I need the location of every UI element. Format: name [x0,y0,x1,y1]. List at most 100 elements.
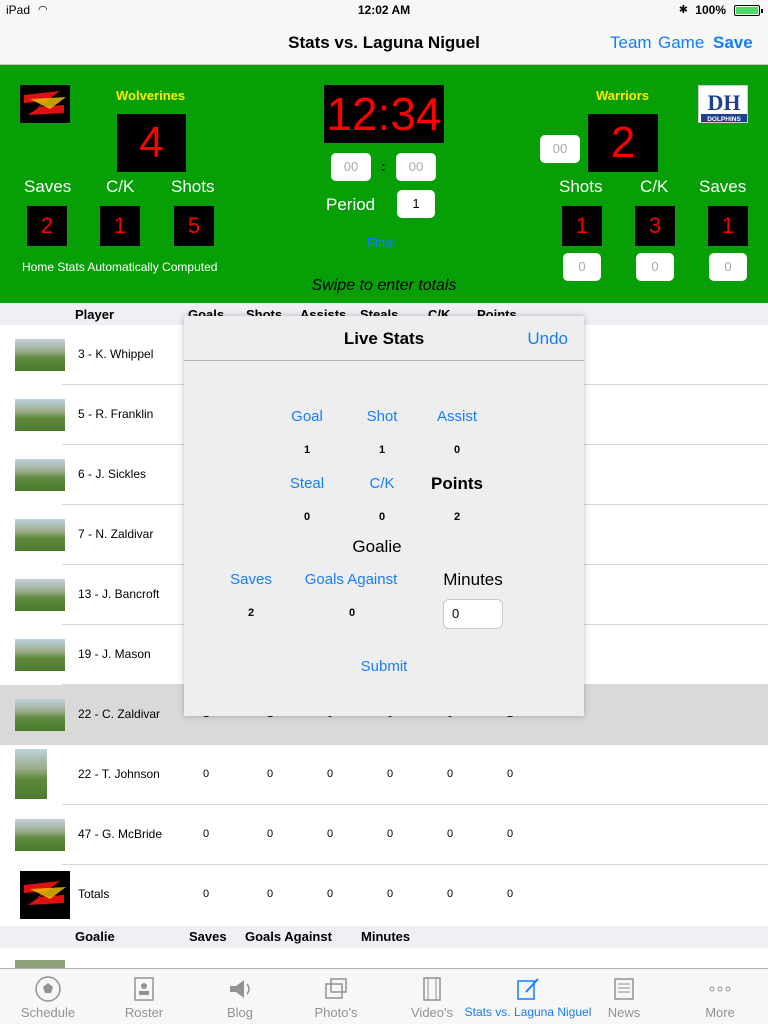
away-saves-label: Saves [699,177,747,196]
away-score[interactable]: 2 [588,114,658,172]
period-label: Period [326,195,376,214]
tab-more[interactable]: More [672,969,768,1024]
shots-cell: 0 [266,828,274,840]
player-name: 13 - J. Bancroft [78,587,160,601]
ck-cell: 0 [446,768,454,780]
goals-against-button[interactable]: Goals Against [301,571,401,588]
away-logo-sub: DOLPHINS [707,116,741,123]
player-name: 5 - R. Franklin [78,407,154,421]
col-goals-against: Goals Against [245,929,332,944]
photos-icon [325,978,347,999]
shots-cell: 0 [266,768,274,780]
away-ck-label: C/K [640,177,669,196]
player-photo [15,699,65,731]
player-photo [15,819,65,851]
col-minutes: Minutes [361,929,411,944]
undo-button[interactable]: Undo [527,329,568,349]
away-shots-label: Shots [559,177,603,196]
home-shots-value: 5 [174,206,214,246]
player-row[interactable]: 22 - T. Johnson 0 0 0 0 0 0 [0,745,768,805]
film-icon [423,977,441,1001]
player-name: 7 - N. Zaldivar [78,527,154,541]
save-button[interactable]: Save [713,33,753,53]
game-clock[interactable]: 12:34 [324,85,444,143]
away-team-name: Warriors [596,88,649,103]
saves-button[interactable]: Saves [201,571,301,588]
clock-colon: : [381,158,386,174]
steals-cell: 0 [386,888,394,900]
player-name: 6 - J. Sickles [78,467,147,481]
submit-button[interactable]: Submit [184,658,584,675]
goalie-row[interactable] [0,948,768,970]
navigation-bar: Stats vs. Laguna Niguel Team Game Save [0,20,768,65]
period-field[interactable]: 1 [397,190,435,218]
home-stats-note: Home Stats Automatically Computed [22,260,218,274]
totals-row: Totals 0 0 0 0 0 0 [0,865,768,925]
points-count: 2 [453,511,461,523]
final-button[interactable]: Final [367,235,395,250]
steals-cell: 0 [386,768,394,780]
ck-cell: 0 [446,888,454,900]
assist-count: 0 [453,444,461,456]
player-row[interactable]: 47 - G. McBride 0 0 0 0 0 0 [0,805,768,865]
shots-cell: 0 [266,888,274,900]
away-extra-field[interactable]: 00 [540,135,580,163]
edit-icon [517,978,539,1000]
scoreboard: Wolverines 4 Saves C/K Shots 2 1 5 Home … [0,65,768,303]
assist-button[interactable]: Assist [407,408,507,425]
goals-cell: 0 [202,888,210,900]
minutes-label: Minutes [443,570,503,589]
clock-minutes-field[interactable]: 00 [331,153,371,181]
points-label: Points [431,474,483,493]
home-team-name: Wolverines [116,88,186,103]
player-photo [15,399,65,431]
game-button[interactable]: Game [658,33,704,53]
away-team-logo: DH DOLPHINS [698,85,748,123]
megaphone-icon [230,980,250,998]
tab-label: More [705,1005,735,1020]
swipe-hint[interactable]: Swipe to enter totals [0,277,768,295]
points-cell: 0 [506,828,514,840]
home-saves-value: 2 [27,206,67,246]
home-ck-label: C/K [106,177,135,196]
ck-cell: 0 [446,828,454,840]
col-goalie: Goalie [75,929,115,944]
team-logo-thumb [20,871,70,919]
assists-cell: 0 [326,888,334,900]
away-ck-value: 3 [635,206,675,246]
live-stats-popover: Live Stats Undo Goal Shot Assist 1 1 0 S… [184,316,584,716]
more-icon [709,986,731,992]
points-cell: 0 [506,888,514,900]
tab-bar: Schedule Roster Blog Photo's Video's Sta… [0,968,768,1024]
home-ck-value: 1 [100,206,140,246]
team-button[interactable]: Team [610,33,652,53]
goals-cell: 0 [202,768,210,780]
player-name: 3 - K. Whippel [78,347,154,361]
home-saves-label: Saves [24,177,72,196]
player-photo [15,459,65,491]
roster-icon [134,977,154,1001]
goals-cell: 0 [202,828,210,840]
battery-fill [736,7,758,14]
popover-title: Live Stats [343,329,425,348]
home-score[interactable]: 4 [117,114,186,172]
battery-percent: 100% [695,3,726,17]
col-saves: Saves [189,929,227,944]
status-bar: iPad ◠ 12:02 AM ✱ 100% [0,0,768,20]
minutes-input[interactable]: 0 [443,599,503,629]
player-name: 22 - C. Zaldivar [78,707,161,721]
assists-cell: 0 [326,768,334,780]
player-photo [15,519,65,551]
player-photo [15,749,47,799]
away-logo-mark: DH [708,90,741,115]
points-cell: 0 [506,768,514,780]
player-photo [15,339,65,371]
away-shots-value: 1 [562,206,602,246]
clock-seconds-field[interactable]: 00 [396,153,436,181]
goals-against-count: 0 [348,607,356,619]
popover-header: Live Stats Undo [184,316,584,361]
player-photo [15,639,65,671]
nav-title: Stats vs. Laguna Niguel [288,33,480,52]
assists-cell: 0 [326,828,334,840]
player-name: 22 - T. Johnson [78,767,160,781]
